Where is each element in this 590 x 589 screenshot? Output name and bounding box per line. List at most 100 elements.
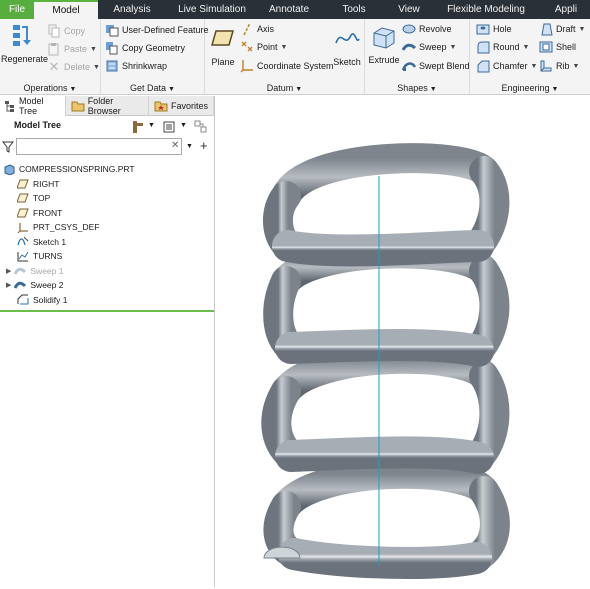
regenerate-button[interactable]: Regenerate [1,22,48,64]
user-defined-feature-button[interactable]: User-Defined Feature [105,22,209,38]
expand-arrow-icon[interactable]: ▶ [6,267,11,275]
show-columns-icon[interactable] [162,120,176,134]
tab-folder-browser-label: Folder Browser [87,96,121,116]
tree-item-solidify1[interactable]: Solidify 1 [0,293,214,308]
regenerate-icon [13,25,31,46]
tree-settings-icon[interactable] [131,120,145,134]
tree-item-top[interactable]: TOP [0,191,214,206]
shell-button[interactable]: Shell [539,39,576,55]
axis-button[interactable]: Axis [240,21,274,37]
tree-item-label: COMPRESSIONSPRING.PRT [19,164,135,175]
compression-spring-model[interactable] [216,96,590,587]
chevron-down-icon: ▼ [530,62,538,70]
engineering-group-title[interactable]: Engineering ▼ [470,83,590,93]
filter-funnel-icon[interactable] [2,141,14,153]
revolve-button[interactable]: Revolve [402,21,452,37]
tab-model[interactable]: Model [34,0,98,19]
plane-label: Plane [211,57,235,67]
ribbon: Regenerate Copy Paste ▼ ✕ Delete ▼ Operati… [0,19,590,95]
tab-analysis[interactable]: Analysis [98,0,166,19]
sweep-icon [402,43,416,51]
tab-model-tree[interactable]: Model Tree [0,96,66,116]
datum-plane-icon [17,193,29,203]
tree-item-sweep2[interactable]: ▶ Sweep 2 [0,278,214,293]
tree-item-label: TURNS [33,251,63,262]
tree-item-root[interactable]: COMPRESSIONSPRING.PRT [0,162,214,177]
extrude-label: Extrude [368,55,400,65]
hole-button[interactable]: Hole [476,21,512,37]
tab-flexible-modeling[interactable]: Flexible Modeling [430,0,542,19]
tree-item-front[interactable]: FRONT [0,206,214,221]
get-data-group-title[interactable]: Get Data ▼ [101,83,204,93]
chevron-down-icon[interactable]: ▼ [186,143,193,150]
chamfer-label: Chamfer [493,61,528,71]
round-label: Round [493,42,520,52]
clear-search-icon[interactable]: ✕ [171,140,179,151]
sweep-icon [14,282,27,289]
paste-button[interactable]: Paste ▼ [47,41,97,57]
datum-plane-icon [17,208,29,218]
tree-item-turns[interactable]: TURNS [0,249,214,264]
swept-blend-label: Swept Blend [419,61,470,71]
copy-geometry-icon [106,42,118,55]
rib-icon [540,60,552,72]
chamfer-button[interactable]: Chamfer ▼ [476,58,537,74]
revolve-icon [402,24,416,34]
tab-view[interactable]: View [388,0,430,19]
copy-button[interactable]: Copy [47,23,85,39]
chevron-down-icon[interactable]: ▼ [148,122,155,129]
extrude-button[interactable]: Extrude [368,23,400,65]
model-tree: COMPRESSIONSPRING.PRT RIGHT TOP FRONT PR… [0,162,214,307]
tab-applications[interactable]: Appli [542,0,590,19]
tree-filter-icon[interactable] [194,120,208,134]
group-operations: Regenerate Copy Paste ▼ ✕ Delete ▼ Operati… [0,19,101,95]
swept-blend-button[interactable]: Swept Blend [402,58,470,74]
point-label: Point [257,42,278,52]
shapes-group-title[interactable]: Shapes ▼ [365,83,469,93]
chevron-down-icon[interactable]: ▼ [180,122,187,129]
sketch-button[interactable]: Sketch [332,25,362,67]
tree-item-sketch1[interactable]: Sketch 1 [0,235,214,250]
delete-button[interactable]: ✕ Delete ▼ [47,59,100,75]
copy-geometry-label: Copy Geometry [122,43,186,53]
chevron-down-icon: ▼ [578,25,586,33]
expand-arrow-icon[interactable]: ▶ [6,281,11,289]
tab-tools[interactable]: Tools [320,0,388,19]
tree-item-csys[interactable]: PRT_CSYS_DEF [0,220,214,235]
draft-button[interactable]: Draft ▼ [539,21,585,37]
datum-plane-icon [17,179,29,189]
round-button[interactable]: Round ▼ [476,39,529,55]
graph-icon [17,251,29,262]
sweep-label: Sweep [419,42,447,52]
sketch-label: Sketch [333,57,361,67]
shrinkwrap-button[interactable]: Shrinkwrap [105,58,167,74]
point-button[interactable]: Point ▼ [240,39,287,55]
tree-item-right[interactable]: RIGHT [0,177,214,192]
axis-label: Axis [257,24,275,34]
tab-annotate[interactable]: Annotate [258,0,320,19]
operations-group-title[interactable]: Operations ▼ [0,83,100,93]
tab-file[interactable]: File [0,0,34,19]
copy-geometry-button[interactable]: Copy Geometry [105,40,185,56]
tab-favorites-label: Favorites [170,101,208,111]
coordinate-system-button[interactable]: Coordinate System [240,58,334,74]
rib-button[interactable]: Rib ▼ [539,58,579,74]
group-get-data: User-Defined Feature Copy Geometry Shrin… [101,19,209,95]
datum-group-title[interactable]: Datum ▼ [205,83,364,93]
tab-folder-browser[interactable]: Folder Browser [66,96,149,116]
tab-live-simulation[interactable]: Live Simulation [166,0,258,19]
tree-item-label: Sweep 2 [30,280,64,291]
chamfer-icon [477,60,490,73]
group-datum: Plane Axis Point ▼ Coordinate System Sket… [205,19,365,95]
udf-icon [106,25,119,37]
round-icon [477,41,490,54]
tree-item-sweep1[interactable]: ▶ Sweep 1 [0,264,214,279]
graphics-window[interactable] [216,96,590,587]
model-tree-search-input[interactable] [16,138,182,155]
sweep-button[interactable]: Sweep ▼ [402,39,456,55]
chevron-down-icon: ▼ [572,62,580,70]
tab-favorites[interactable]: Favorites [149,96,214,116]
plane-button[interactable]: Plane [208,25,238,67]
tree-item-label: RIGHT [33,178,60,189]
add-filter-icon[interactable]: + [200,138,208,153]
